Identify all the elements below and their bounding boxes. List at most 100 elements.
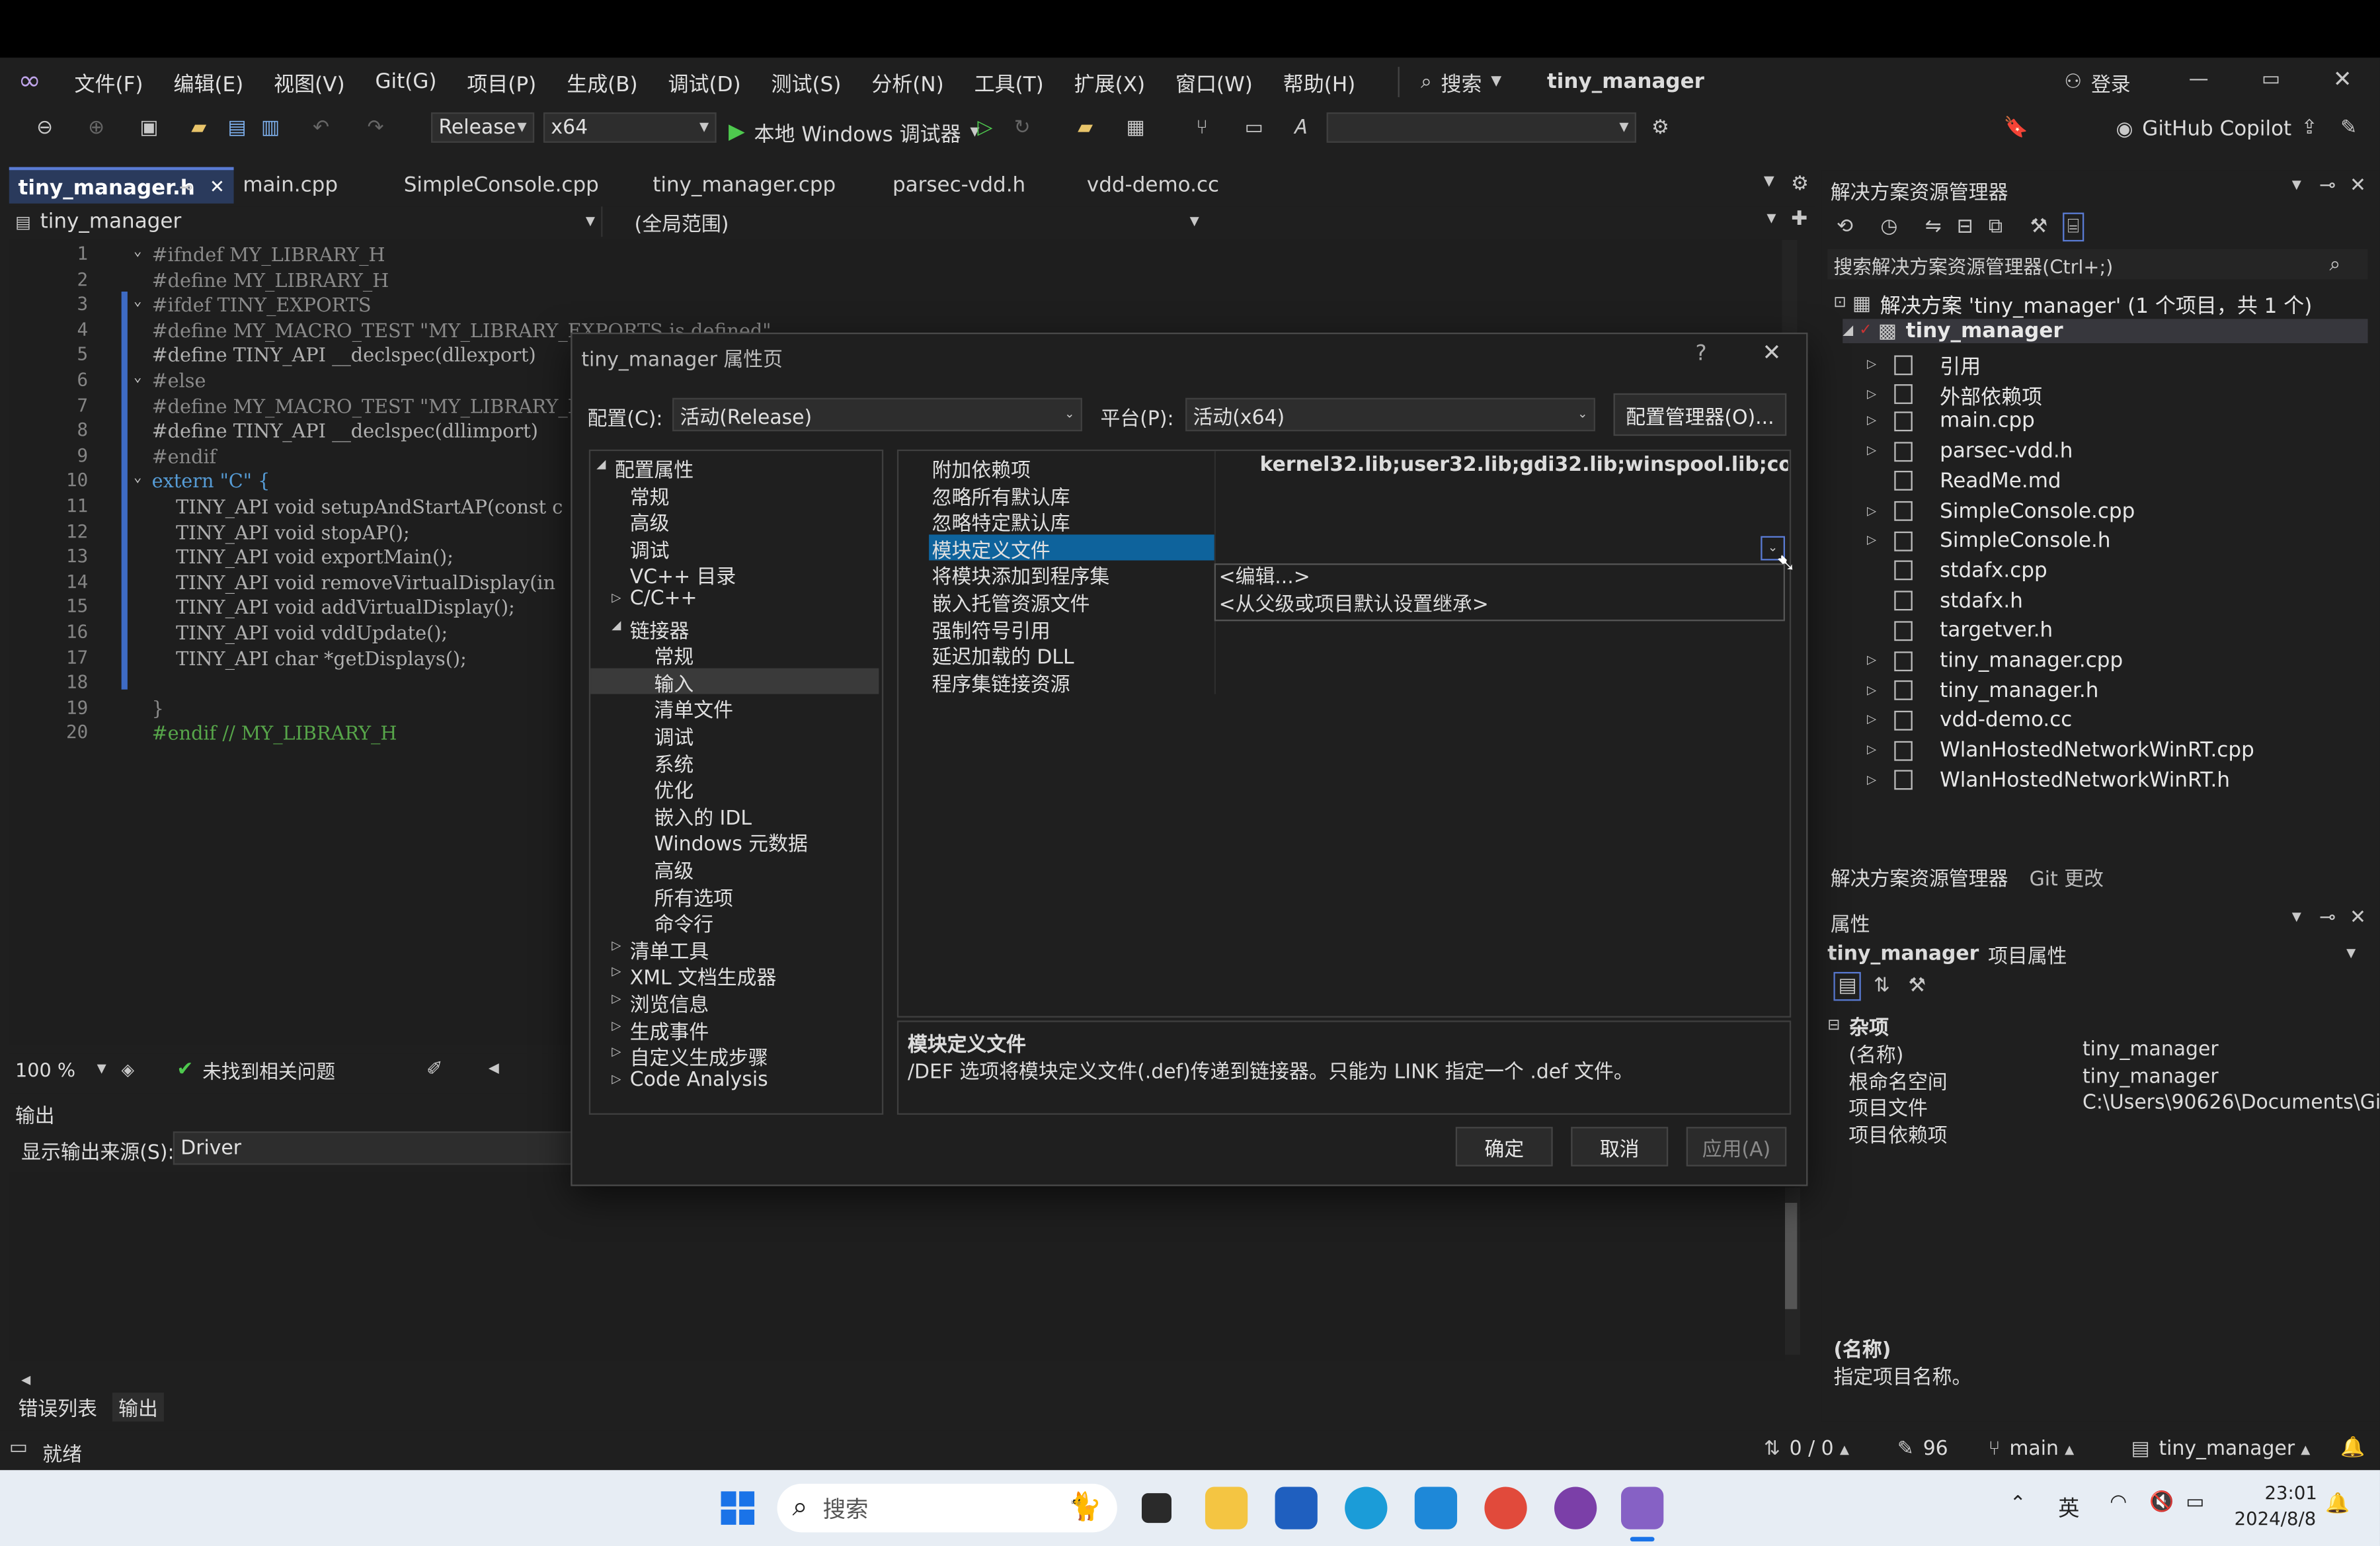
solution-item[interactable]: ▷ 引用 [1867,349,1981,380]
fold-toggle-icon[interactable]: ⌄ [134,296,141,310]
vscode-icon[interactable] [1414,1486,1458,1529]
property-row-name[interactable]: (名称) [1848,1039,1903,1067]
windows-start-icon[interactable] [717,1486,759,1529]
help-button[interactable]: ? [1696,342,1707,366]
menu-item[interactable]: 生成(B) [567,67,637,97]
undo-icon[interactable]: ↶ [313,118,329,138]
collapse-arrow-icon[interactable]: ◢ [612,618,621,631]
menu-item[interactable]: 项目(P) [467,67,536,97]
browse-folder-icon[interactable]: ▰ [1078,118,1093,138]
comment-icon[interactable]: ▭ [1245,118,1263,138]
tree-item[interactable]: 嵌入的 IDL [654,801,752,830]
tree-item[interactable]: 生成事件 [630,1016,709,1044]
tab-error-list[interactable]: 错误列表 [19,1392,97,1420]
solution-root[interactable]: ⊡ ▦ 解决方案 'tiny_manager' (1 个项目，共 1 个) [1833,288,2312,319]
ime-indicator[interactable]: 英 [2058,1493,2079,1524]
chrome-icon[interactable] [1484,1486,1527,1529]
close-icon[interactable]: ✕ [2350,908,2366,928]
tree-item[interactable]: 清单工具 [630,935,709,963]
task-view-icon[interactable] [1141,1493,1171,1524]
chevron-up-icon[interactable]: ⌃ [2010,1494,2026,1514]
search-icon[interactable]: ⌕ [2330,255,2341,274]
tree-item[interactable]: 高级 [654,855,694,883]
menu-item[interactable]: 帮助(H) [1283,67,1355,97]
hot-reload-icon[interactable]: ↻ [1014,118,1031,138]
menu-item[interactable]: 工具(T) [974,67,1044,97]
settings-icon[interactable]: ⚙ [1791,175,1809,194]
expand-arrow-icon[interactable]: ▷ [1867,505,1885,517]
expand-arrow-icon[interactable]: ▷ [1867,743,1885,756]
platform-dropdown[interactable]: x64 ▼ [543,112,717,143]
tree-item[interactable]: 浏览信息 [630,989,709,1017]
ok-button[interactable]: 确定 [1455,1127,1553,1166]
categorized-icon[interactable]: ▤ [1833,971,1862,1001]
wifi-icon[interactable]: ◠ [2110,1493,2127,1513]
output-window-icon[interactable]: ▭ [9,1438,28,1458]
expand-arrow-icon[interactable]: ▷ [1867,387,1885,400]
tab-main-cpp[interactable]: main.cpp [234,167,395,204]
copilot-status-icon[interactable]: ◈ [122,1061,134,1077]
preview-icon[interactable]: ⌸ [2063,212,2084,241]
expand-arrow-icon[interactable]: ▷ [1867,534,1885,547]
tab-simpleconsole-cpp[interactable]: SimpleConsole.cpp [395,167,644,204]
property-name[interactable]: 模块定义文件 [932,534,1051,563]
tree-item[interactable]: XML 文档生成器 [630,962,777,991]
close-icon[interactable]: ✕ [210,178,225,196]
expand-arrow-icon[interactable]: ▷ [612,939,621,952]
solution-item[interactable]: ▷ SimpleConsole.h [1867,529,2111,553]
expand-arrow-icon[interactable]: ▷ [1867,358,1885,370]
expand-arrow-icon[interactable]: ▷ [612,965,621,979]
menu-item[interactable]: 文件(F) [74,67,143,97]
output-source-dropdown[interactable]: Driver [173,1131,583,1165]
solution-item[interactable]: ▷ parsec-vdd.h [1867,439,2073,464]
switch-views-icon[interactable]: ⇋ [1925,216,1942,236]
expand-arrow-icon[interactable]: ▷ [1867,654,1885,667]
output-scrollbar[interactable] [1784,1188,1800,1355]
issues-label[interactable]: 未找到相关问题 [202,1055,335,1084]
property-name[interactable]: 延迟加载的 DLL [932,641,1074,670]
chevron-down-icon[interactable]: ▼ [1766,212,1776,225]
solution-item[interactable]: targetver.h [1867,618,2053,643]
start-without-debug-icon[interactable]: ▷ [978,118,993,138]
open-folder-icon[interactable]: ▰ [191,118,206,138]
tree-item[interactable]: VC++ 目录 [630,561,736,590]
forward-icon[interactable]: ⊕ [88,118,104,138]
tree-item[interactable]: Code Analysis [630,1069,768,1091]
property-row-value[interactable]: tiny_manager [2082,1065,2219,1088]
volume-mute-icon[interactable]: 🔇 [2149,1493,2174,1513]
tree-item[interactable]: 链接器 [630,614,690,643]
tree-item[interactable]: 输入 [654,668,694,696]
redo-icon[interactable]: ↷ [368,118,384,138]
show-all-files-icon[interactable]: ⧉ [1989,216,2003,236]
expand-arrow-icon[interactable]: ▷ [612,1046,621,1059]
tab-parsec-vdd-h[interactable]: parsec-vdd.h [883,167,1078,204]
solution-item[interactable]: stdafx.cpp [1867,559,2047,583]
git-icon[interactable]: ⑂ [1196,118,1208,138]
search-box[interactable]: ⌕ 搜索 ▼ [1398,67,1501,97]
tree-item[interactable]: 命令行 [654,909,714,937]
branch-indicator[interactable]: ⑂ main ▲ [1989,1438,2075,1461]
expand-arrow-icon[interactable]: ▷ [612,1019,621,1032]
apply-button[interactable]: 应用(A) [1686,1127,1787,1166]
edits-indicator[interactable]: ✎ 96 [1897,1438,1948,1461]
expand-arrow-icon[interactable]: ▷ [1867,774,1885,786]
tab-output[interactable]: 输出 [112,1391,165,1421]
close-icon[interactable]: ✕ [2350,176,2366,196]
expand-arrow-icon[interactable]: ▷ [1867,444,1885,457]
github-copilot-button[interactable]: ◉ GitHub Copilot [2116,117,2291,142]
solution-item[interactable]: ▷ tiny_manager.h [1867,678,2098,703]
split-icon[interactable]: ✚ [1791,210,1807,229]
solution-item[interactable]: ▷ SimpleConsole.cpp [1867,499,2135,523]
tab-list-icon[interactable]: ▼ [1764,175,1774,190]
changes-indicator[interactable]: ⇅ 0 / 0 ▲ [1764,1438,1849,1461]
property-name[interactable]: 忽略特定默认库 [932,508,1070,536]
chevron-down-icon[interactable]: ▼ [2292,911,2301,923]
repo-indicator[interactable]: ▤ tiny_manager ▲ [2131,1438,2310,1461]
alphabetical-icon[interactable]: ⇅ [1874,977,1890,997]
menu-item[interactable]: 调试(D) [668,67,741,97]
solution-item[interactable]: ▷ main.cpp [1867,409,2035,434]
collapse-all-icon[interactable]: ⊟ [1957,216,1973,236]
expand-arrow-icon[interactable]: ▷ [612,592,621,604]
tab-vdd-demo-cc[interactable]: vdd-demo.cc [1078,167,1275,204]
expand-arrow-icon[interactable]: ▷ [612,993,621,1005]
